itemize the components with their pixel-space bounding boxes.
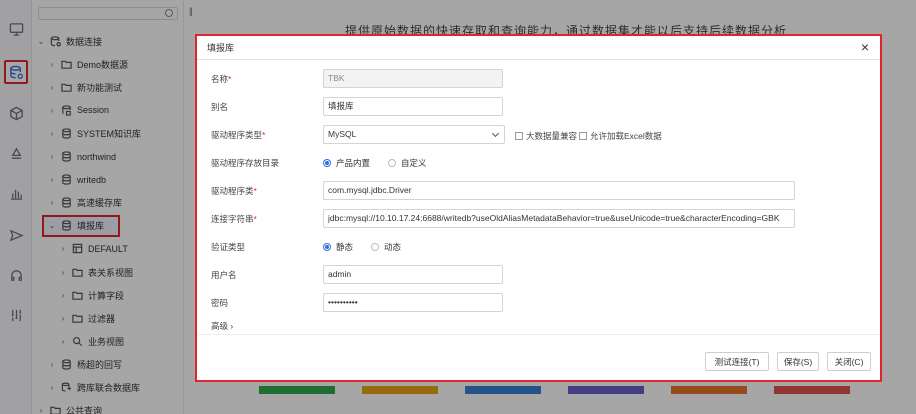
alias-field[interactable]: 填报库: [323, 97, 503, 116]
username-label: 用户名: [211, 270, 237, 280]
close-icon[interactable]: ×: [858, 40, 872, 54]
driver-dir-radio-group: 产品内置 自定义: [323, 157, 445, 169]
allow-excel-checkbox[interactable]: 允许加载Excel数据: [579, 130, 662, 142]
auth-type-radio-group: 静态 动态: [323, 241, 419, 253]
driver-class-field[interactable]: com.mysql.jdbc.Driver: [323, 181, 795, 200]
name-label: 名称*: [211, 74, 232, 84]
auth-static-radio[interactable]: 静态: [323, 241, 353, 253]
allow-excel-label: 允许加载Excel数据: [590, 131, 662, 141]
auth-dynamic-radio[interactable]: 动态: [371, 241, 401, 253]
driver-type-label: 驱动程序类型*: [211, 130, 266, 140]
driver-dir-custom-radio[interactable]: 自定义: [388, 157, 427, 169]
save-button[interactable]: 保存(S): [777, 352, 819, 371]
username-field[interactable]: admin: [323, 265, 503, 284]
checkbox-box[interactable]: [579, 132, 587, 140]
advanced-toggle[interactable]: 高级 ›: [211, 320, 233, 332]
alias-label: 别名: [211, 102, 229, 112]
dialog-header: 填报库: [197, 36, 880, 60]
big-data-compat-checkbox[interactable]: 大数据量兼容: [515, 130, 577, 142]
dialog-title: 填报库: [207, 43, 235, 53]
driver-type-select[interactable]: MySQL: [323, 125, 505, 144]
checkbox-box[interactable]: [515, 132, 523, 140]
conn-string-label: 连接字符串*: [211, 214, 257, 224]
driver-type-value: MySQL: [328, 129, 357, 139]
name-field[interactable]: TBK: [323, 69, 503, 88]
driver-dir-builtin-radio[interactable]: 产品内置: [323, 157, 370, 169]
auth-type-label: 验证类型: [211, 242, 246, 252]
driver-class-label: 驱动程序类*: [211, 186, 257, 196]
divider: [197, 334, 880, 335]
test-connection-button[interactable]: 测试连接(T): [705, 352, 769, 371]
driver-dir-label: 驱动程序存放目录: [211, 158, 280, 168]
password-label: 密码: [211, 298, 229, 308]
password-field[interactable]: ••••••••••: [323, 293, 503, 312]
conn-string-field[interactable]: jdbc:mysql://10.10.17.24:6688/writedb?us…: [323, 209, 795, 228]
close-button[interactable]: 关闭(C): [827, 352, 871, 371]
chevron-down-icon: [491, 129, 500, 138]
big-data-compat-label: 大数据量兼容: [526, 131, 578, 141]
datasource-dialog: 填报库 × 名称* TBK 别名 填报库 驱动程序类型* MySQL 大数据量兼…: [195, 34, 882, 382]
